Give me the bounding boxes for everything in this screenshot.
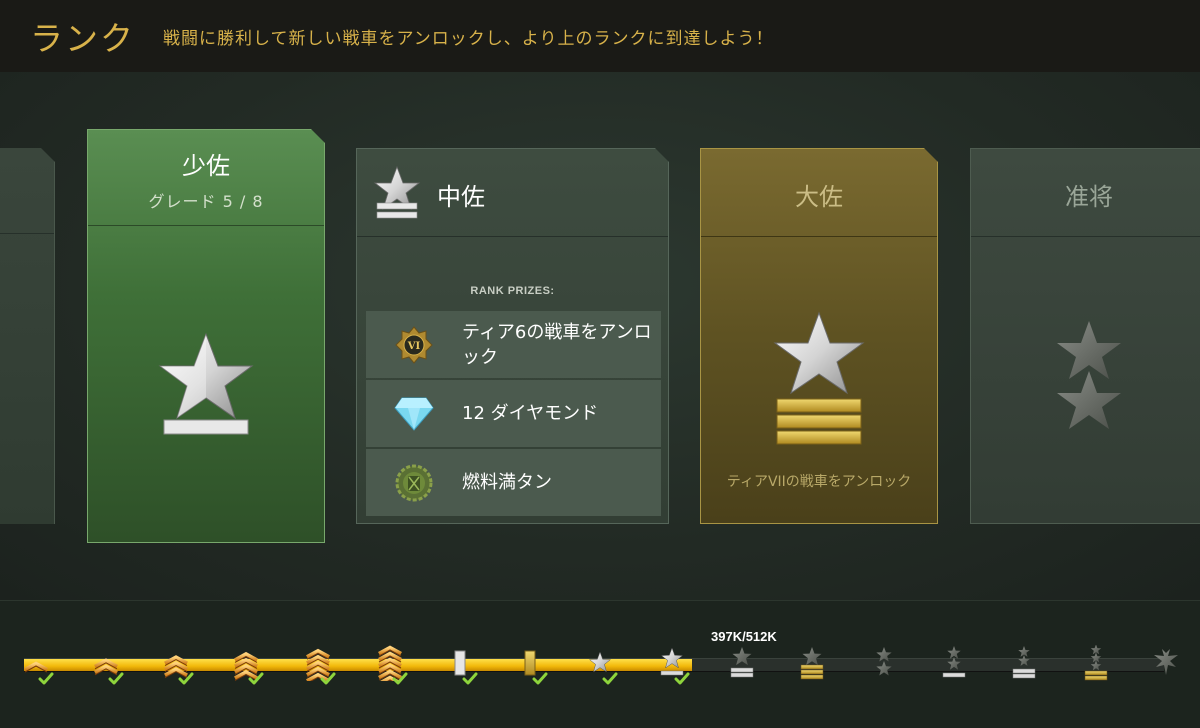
page-subtitle: 戦闘に勝利して新しい戦車をアンロックし、より上のランクに到達しよう！: [163, 28, 774, 49]
three-stars-bars-icon[interactable]: [1010, 645, 1038, 685]
previous-rank-card[interactable]: [0, 148, 55, 524]
prize-text: ティア6の戦車をアンロック: [462, 321, 652, 368]
check-icon: [392, 671, 408, 690]
star-gold-bars-icon[interactable]: [798, 645, 826, 685]
check-icon: [532, 671, 548, 690]
three-stars-gold-icon[interactable]: [1082, 644, 1110, 685]
prize-row: VI ティア6の戦車をアンロック: [366, 311, 661, 378]
check-icon: [674, 671, 690, 690]
tier-vi-emblem-icon: VI: [366, 325, 462, 365]
card-header: [0, 148, 54, 234]
next-rank-name: 中佐: [437, 183, 485, 211]
check-icon: [108, 671, 124, 690]
check-icon: [320, 671, 336, 690]
future-rank-unlock-text: ティアVIIの戦車をアンロック: [726, 474, 912, 490]
check-icon: [462, 671, 478, 690]
rank-prizes-label: RANK PRIZES:: [470, 285, 555, 297]
eagle-icon[interactable]: [1152, 645, 1180, 685]
two-stars-icon[interactable]: [870, 645, 898, 685]
svg-text:VI: VI: [407, 341, 421, 352]
current-rank-grade: グレード 5 / 8: [148, 192, 264, 211]
two-stars-bar-icon[interactable]: [940, 645, 968, 685]
rank-star-bar-icon: [156, 330, 256, 440]
future-rank-name: 大佐: [795, 183, 843, 211]
prize-text: 燃料満タン: [462, 472, 552, 493]
check-icon: [602, 671, 618, 690]
rank-star-gold-bars-icon: [771, 309, 867, 453]
fuel-can-icon: [366, 463, 462, 503]
rank-star-two-bars-icon: [373, 165, 421, 225]
check-icon: [248, 671, 264, 690]
far-rank-card[interactable]: 准将: [970, 148, 1200, 524]
future-rank-card[interactable]: 大佐 ティアVIIの戦車をアンロック: [700, 148, 938, 524]
current-rank-card[interactable]: 少佐 グレード 5 / 8: [87, 129, 325, 543]
prize-row: 燃料満タン: [366, 449, 661, 516]
prize-row: 12 ダイヤモンド: [366, 380, 661, 447]
check-icon: [178, 671, 194, 690]
far-rank-name: 准将: [1065, 183, 1113, 211]
xp-progress-label: 397K/512K: [711, 629, 777, 644]
prize-text: 12 ダイヤモンド: [462, 403, 599, 424]
page-title: ランク: [30, 19, 135, 58]
diamond-icon: [366, 396, 462, 432]
next-rank-card[interactable]: 中佐 RANK PRIZES: VI ティア6の戦車をアンロック 12 ダイヤモ…: [356, 148, 669, 524]
current-rank-name: 少佐: [182, 152, 230, 180]
header-bar: ランク 戦闘に勝利して新しい戦車をアンロックし、より上のランクに到達しよう！: [0, 0, 1200, 72]
star-two-bars-icon[interactable]: [728, 645, 756, 685]
check-icon: [38, 671, 54, 690]
rank-progress-strip: 397K/512K: [0, 600, 1200, 728]
rank-two-stars-icon: [1051, 319, 1127, 443]
